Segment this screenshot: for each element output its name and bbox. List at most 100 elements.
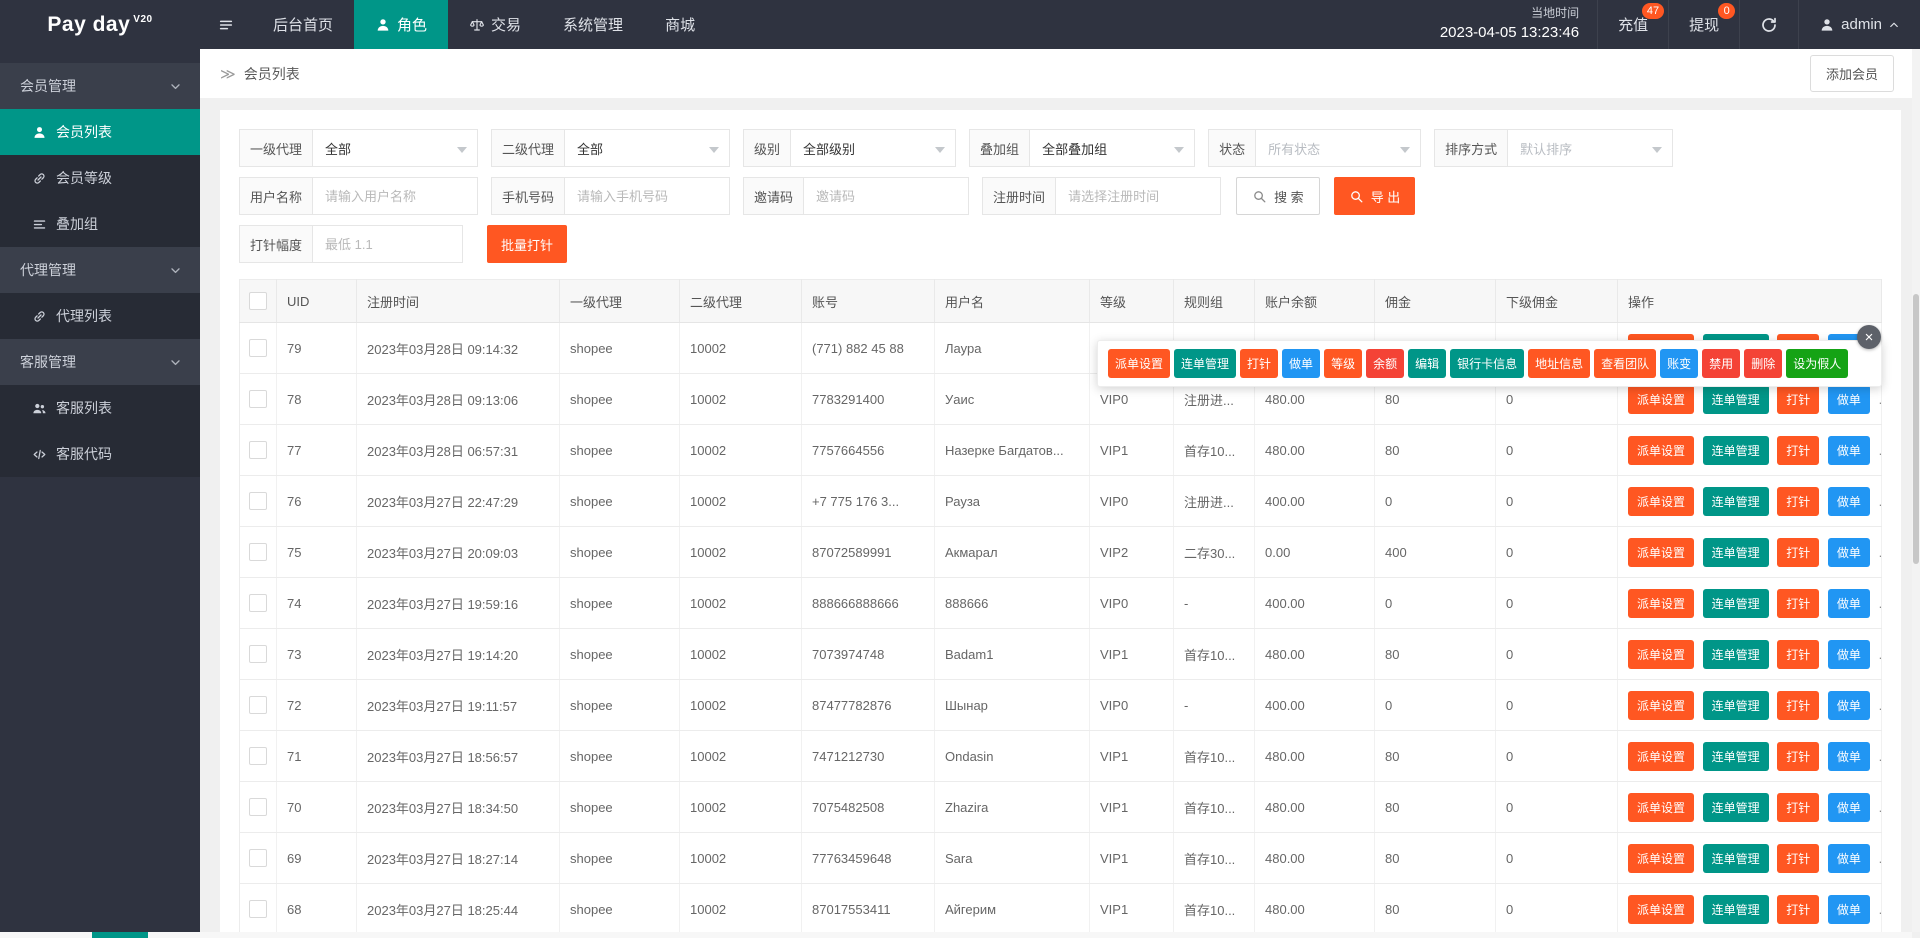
chain-order-button[interactable]: 连单管理 (1702, 384, 1769, 414)
sidebar-item[interactable]: 客服列表 (0, 385, 200, 431)
filter-select-value[interactable]: 所有状态 (1256, 129, 1422, 167)
filter-select-value[interactable]: 全部级别 (791, 129, 957, 167)
inject-button[interactable]: 打针 (1777, 894, 1820, 924)
row-checkbox[interactable] (249, 339, 267, 357)
filter-select-value[interactable]: 全部 (565, 129, 731, 167)
row-checkbox[interactable] (249, 798, 267, 816)
chain-order-button[interactable]: 连单管理 (1702, 792, 1769, 822)
filter-select-value[interactable]: 全部叠加组 (1030, 129, 1196, 167)
nav-item[interactable]: 角色 (354, 0, 449, 49)
batch-inject-button[interactable]: 批量打针 (487, 225, 568, 263)
more-actions-button[interactable]: ... (1879, 902, 1881, 917)
row-checkbox[interactable] (249, 390, 267, 408)
inject-button[interactable]: 打针 (1777, 741, 1820, 771)
inject-button[interactable]: 打针 (1777, 690, 1820, 720)
make-order-button[interactable]: 做单 (1827, 894, 1870, 924)
popup-action-button[interactable]: 查看团队 (1594, 349, 1657, 378)
row-checkbox[interactable] (249, 645, 267, 663)
sidebar-item[interactable]: 会员列表 (0, 109, 200, 155)
nav-item[interactable]: 交易 (448, 0, 542, 49)
dispatch-settings-button[interactable]: 派单设置 (1628, 792, 1695, 822)
dispatch-settings-button[interactable]: 派单设置 (1628, 690, 1695, 720)
select-all-checkbox[interactable] (249, 292, 267, 310)
filter-input[interactable] (804, 177, 970, 215)
export-button[interactable]: 导 出 (1333, 177, 1416, 215)
nav-item[interactable]: 商城 (644, 0, 716, 49)
user-menu[interactable]: admin (1798, 0, 1920, 49)
inject-button[interactable]: 打针 (1777, 843, 1820, 873)
inject-button[interactable]: 打针 (1777, 384, 1820, 414)
close-popup-button[interactable]: × (1857, 325, 1881, 349)
more-actions-button[interactable]: ... (1879, 851, 1881, 866)
inject-button[interactable]: 打针 (1777, 639, 1820, 669)
popup-action-button[interactable]: 地址信息 (1528, 349, 1591, 378)
dispatch-settings-button[interactable]: 派单设置 (1628, 639, 1695, 669)
make-order-button[interactable]: 做单 (1827, 639, 1870, 669)
make-order-button[interactable]: 做单 (1827, 588, 1870, 618)
sidebar-item[interactable]: 代理管理 (0, 247, 200, 293)
popup-action-button[interactable]: 删除 (1744, 349, 1783, 378)
page-scrollbar[interactable] (1912, 49, 1920, 932)
dispatch-settings-button[interactable]: 派单设置 (1628, 435, 1695, 465)
recharge-button[interactable]: 充值 47 (1597, 0, 1668, 49)
scrollbar-thumb[interactable] (1913, 294, 1919, 564)
more-actions-button[interactable]: ... (1879, 494, 1881, 509)
row-checkbox[interactable] (249, 492, 267, 510)
filter-input[interactable] (1056, 177, 1222, 215)
chain-order-button[interactable]: 连单管理 (1702, 588, 1769, 618)
popup-action-button[interactable]: 派单设置 (1108, 349, 1171, 378)
chain-order-button[interactable]: 连单管理 (1702, 690, 1769, 720)
make-order-button[interactable]: 做单 (1827, 843, 1870, 873)
add-member-button[interactable]: 添加会员 (1809, 55, 1894, 92)
make-order-button[interactable]: 做单 (1827, 384, 1870, 414)
chain-order-button[interactable]: 连单管理 (1702, 639, 1769, 669)
filter-input[interactable] (565, 177, 731, 215)
inject-button[interactable]: 打针 (1777, 486, 1820, 516)
make-order-button[interactable]: 做单 (1827, 792, 1870, 822)
sidebar-item[interactable]: 会员管理 (0, 63, 200, 109)
popup-action-button[interactable]: 连单管理 (1174, 349, 1237, 378)
row-checkbox[interactable] (249, 900, 267, 918)
row-checkbox[interactable] (249, 594, 267, 612)
make-order-button[interactable]: 做单 (1827, 537, 1870, 567)
sidebar-item[interactable]: 会员等级 (0, 155, 200, 201)
dispatch-settings-button[interactable]: 派单设置 (1628, 894, 1695, 924)
popup-action-button[interactable]: 禁用 (1702, 349, 1741, 378)
popup-action-button[interactable]: 余额 (1366, 349, 1405, 378)
make-order-button[interactable]: 做单 (1827, 741, 1870, 771)
inject-button[interactable]: 打针 (1777, 435, 1820, 465)
popup-action-button[interactable]: 做单 (1282, 349, 1321, 378)
nav-item[interactable]: 后台首页 (252, 0, 354, 49)
chain-order-button[interactable]: 连单管理 (1702, 894, 1769, 924)
more-actions-button[interactable]: ... (1879, 698, 1881, 713)
row-checkbox[interactable] (249, 441, 267, 459)
filter-select-value[interactable]: 全部 (313, 129, 479, 167)
dispatch-settings-button[interactable]: 派单设置 (1628, 537, 1695, 567)
search-button[interactable]: 搜 索 (1236, 177, 1320, 215)
make-order-button[interactable]: 做单 (1827, 435, 1870, 465)
menu-toggle-button[interactable] (200, 0, 252, 49)
withdraw-button[interactable]: 提现 0 (1668, 0, 1739, 49)
popup-action-button[interactable]: 账变 (1660, 349, 1699, 378)
dispatch-settings-button[interactable]: 派单设置 (1628, 843, 1695, 873)
chain-order-button[interactable]: 连单管理 (1702, 537, 1769, 567)
dispatch-settings-button[interactable]: 派单设置 (1628, 588, 1695, 618)
dispatch-settings-button[interactable]: 派单设置 (1628, 741, 1695, 771)
popup-action-button[interactable]: 设为假人 (1786, 349, 1849, 378)
popup-action-button[interactable]: 打针 (1240, 349, 1279, 378)
chain-order-button[interactable]: 连单管理 (1702, 435, 1769, 465)
refresh-button[interactable] (1739, 0, 1798, 49)
dispatch-settings-button[interactable]: 派单设置 (1628, 384, 1695, 414)
make-order-button[interactable]: 做单 (1827, 486, 1870, 516)
sidebar-item[interactable]: 代理列表 (0, 293, 200, 339)
filter-select-value[interactable]: 默认排序 (1508, 129, 1674, 167)
more-actions-button[interactable]: ... (1879, 596, 1881, 611)
chain-order-button[interactable]: 连单管理 (1702, 741, 1769, 771)
popup-action-button[interactable]: 等级 (1324, 349, 1363, 378)
inject-button[interactable]: 打针 (1777, 537, 1820, 567)
row-checkbox[interactable] (249, 696, 267, 714)
make-order-button[interactable]: 做单 (1827, 690, 1870, 720)
nav-item[interactable]: 系统管理 (542, 0, 644, 49)
inject-button[interactable]: 打针 (1777, 588, 1820, 618)
sidebar-item[interactable]: 客服管理 (0, 339, 200, 385)
